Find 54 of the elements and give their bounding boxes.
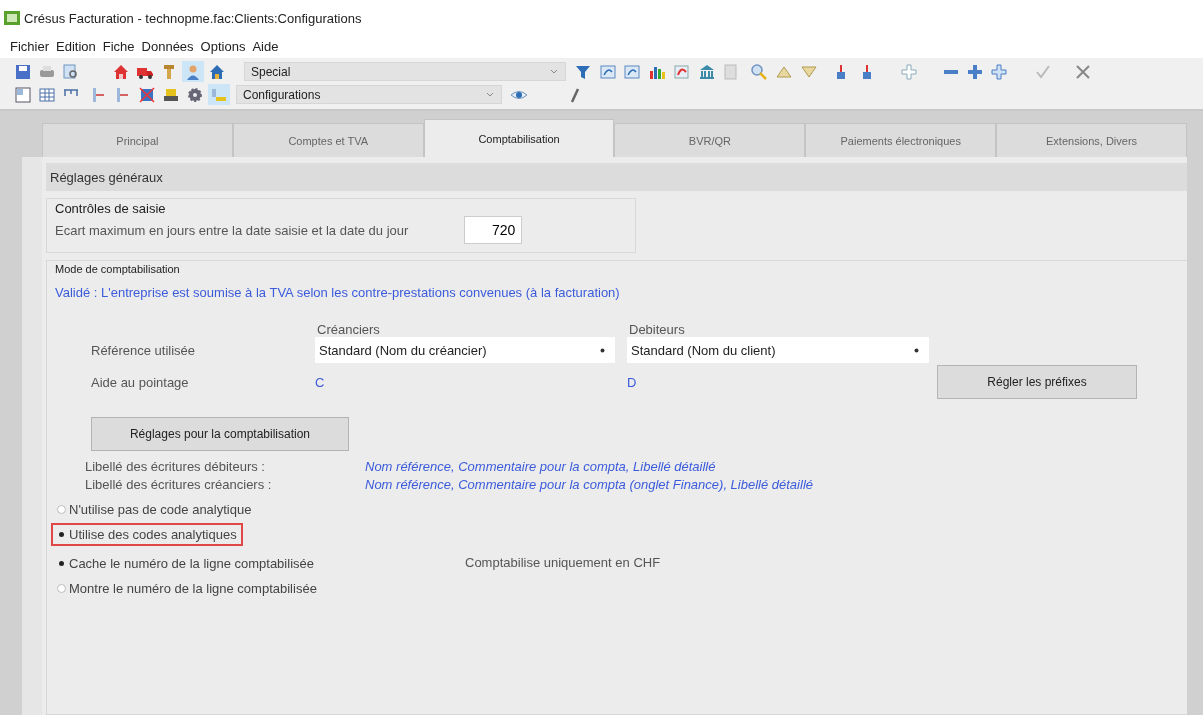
field-value: Nom référence, Commentaire pour la compta, Libellé détaillé [365,459,716,474]
currency-note: Comptabilise uniquement en CHF [465,554,661,570]
field-value: D [627,374,638,390]
window-icon[interactable] [599,62,617,81]
tab[interactable]: BVR/QR [614,123,806,157]
days-field[interactable]: 720 [464,216,523,244]
window-title: Crésus Facturation - technopme.fac:Clients:Configurations [24,10,362,26]
view-dropdown[interactable]: Special [244,62,566,81]
field-label: Référence utilisée [91,342,197,358]
menu-item[interactable]: Fichier [10,38,49,55]
close-icon[interactable] [1074,62,1092,81]
view-dropdown[interactable]: Configurations [236,85,502,104]
tab[interactable]: Paiements électroniques [805,123,997,157]
chart-icon[interactable] [673,62,691,81]
magnifier-icon[interactable] [750,62,768,81]
tab[interactable]: Principal [42,123,233,157]
radio-option[interactable]: Utilise des codes analytiques [51,523,243,546]
tab[interactable]: Comptabilisation [423,119,615,157]
section-header: Réglages généraux [46,163,1187,191]
field-label: Libellé des écritures débiteurs : [85,459,266,474]
tab[interactable]: Extensions, Divers [996,123,1187,157]
menu-item[interactable]: Aide [252,38,279,55]
radio-button[interactable] [57,505,66,514]
menu-item[interactable]: Fiche [102,38,135,55]
field-value: C [315,374,326,390]
settings-button[interactable]: Réglages pour la comptabilisation [91,417,349,451]
bank-icon[interactable] [698,62,716,81]
column-header: Créanciers [317,322,381,337]
radio-button[interactable] [57,584,66,593]
reference-dropdown[interactable]: Standard (Nom du client) [627,337,929,363]
tab[interactable]: Comptes et TVA [232,123,424,157]
radio-option[interactable]: Cache le numéro de la ligne comptabilisée [51,552,320,575]
field-label: Libellé des écritures créanciers : [85,477,273,492]
column-header: Debiteurs [629,322,686,337]
reference-dropdown[interactable]: Standard (Nom du créancier) [315,337,615,363]
app-logo-icon [4,11,20,25]
radio-option[interactable]: Montre le numéro de la ligne comptabilisée [51,577,323,600]
group-title: Contrôles de saisie [55,201,167,216]
radio-option[interactable]: N'utilise pas de code analytique [51,498,258,521]
menu-item[interactable]: Edition [56,38,96,55]
plus-icon[interactable] [900,62,918,81]
field-label: Aide au pointage [91,374,190,390]
plus-icon[interactable] [990,62,1008,81]
plus-icon[interactable] [966,62,984,81]
field-label: Ecart maximum en jours entre la date saisie et la date du jour [55,222,409,238]
prefix-button[interactable]: Régler les préfixes [937,365,1137,399]
menu-item[interactable]: Données [141,38,194,55]
dropdown-caret-icon[interactable] [600,347,605,353]
status-notice: Validé : L'entreprise est soumise à la TVA selon les contre-prestations convenues (à la facturation) [55,285,621,300]
field-value: Nom référence, Commentaire pour la compta (onglet Finance), Libellé détaillé [365,477,813,492]
menu-item[interactable]: Options [200,38,246,55]
window-icon[interactable] [623,62,641,81]
group-title: Mode de comptabilisation [55,263,181,275]
dropdown-caret-icon[interactable] [914,347,919,353]
